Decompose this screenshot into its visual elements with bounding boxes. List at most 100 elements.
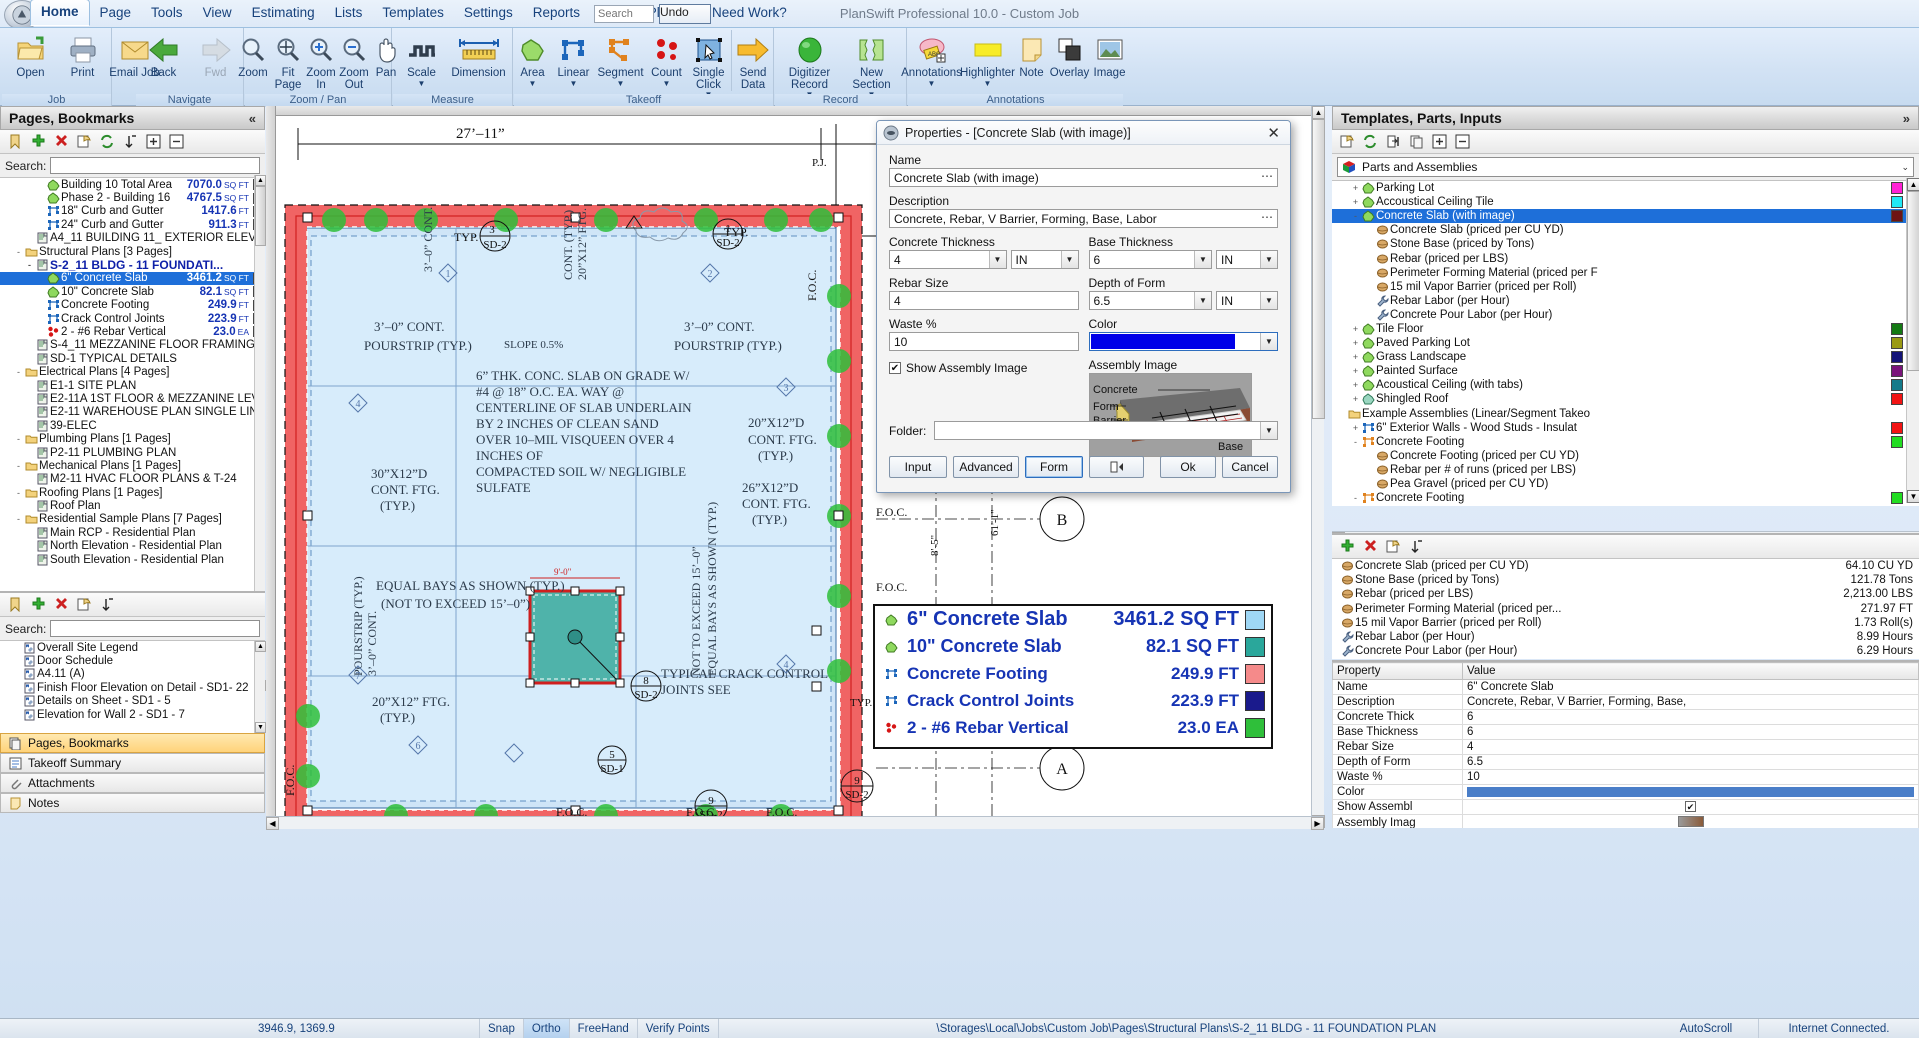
pages-tree-node[interactable]: - Mechanical Plans [1 Pages] [0, 459, 265, 472]
advanced-button[interactable]: Advanced [953, 456, 1019, 478]
rebar-size-field[interactable]: 4 [889, 291, 1079, 310]
overlay-button[interactable]: Overlay [1049, 30, 1091, 80]
scroll-thumb[interactable] [255, 186, 266, 246]
pages-tree-node[interactable]: A4_11 BUILDING 11_ EXTERIOR ELEVATIONS [0, 232, 265, 245]
tree-expander-icon[interactable]: - [13, 488, 24, 498]
image-button[interactable]: Image [1091, 30, 1129, 80]
pages-tree-node[interactable]: - Residential Sample Plans [7 Pages] [0, 513, 265, 526]
parts-tree-node[interactable]: Perimeter Forming Material (priced per F [1332, 266, 1919, 280]
status-toggle-snap[interactable]: Snap [480, 1018, 524, 1038]
tree-expander-icon[interactable]: + [1350, 423, 1361, 433]
item-row[interactable]: 15 mil Vapor Barrier (priced per Roll) 1.… [1332, 616, 1919, 630]
chevron-down-icon[interactable]: ▼ [1194, 292, 1211, 309]
depth-of-form-unit-field[interactable]: IN ▼ [1216, 291, 1278, 310]
tab-pages-bookmarks[interactable]: Pages, Bookmarks [0, 733, 265, 753]
annotations-caret-icon[interactable]: ▼ [928, 79, 936, 87]
scroll-thumb-vertical[interactable] [1312, 119, 1325, 419]
status-toggle-freehand[interactable]: FreeHand [570, 1018, 638, 1038]
parts-tree[interactable]: + Parking Lot + Accoustical Ceiling Tile - Co… [1332, 181, 1919, 506]
concrete-thickness-field[interactable]: 4 ▼ [889, 250, 1007, 269]
pages-tree-node[interactable]: E2-11 WAREHOUSE PLAN SINGLE LINE DIAGR..… [0, 406, 265, 419]
parts-tree-node[interactable]: +6" Exterior Walls - Wood Studs - Insula… [1332, 421, 1919, 435]
properties-grid-row[interactable]: Waste % 10 [1332, 769, 1919, 785]
tab-notes[interactable]: Notes [0, 793, 265, 813]
tree-node-color-swatch[interactable] [1891, 365, 1903, 378]
linear-button[interactable]: Linear ▼ [553, 30, 595, 87]
item-row[interactable]: Rebar (priced per LBS) 2,213.00 LBS [1332, 587, 1919, 601]
parts-tree-node[interactable]: Concrete Slab (priced per CU YD) [1332, 223, 1919, 237]
properties-grid-value[interactable]: 4 [1462, 739, 1919, 755]
pages-tree-node[interactable]: Crack Control Joints 223.9 FT [0, 312, 265, 325]
tree-expander-icon[interactable]: + [1350, 183, 1361, 193]
digitizer-record-button[interactable]: Digitizer Record ▼ [779, 30, 841, 99]
menu-item-estimating[interactable]: Estimating [242, 1, 325, 26]
scroll-down-icon[interactable]: ▼ [1907, 490, 1919, 503]
description-field[interactable]: Concrete, Rebar, V Barrier, Forming, Bas… [889, 209, 1278, 228]
linear-caret-icon[interactable]: ▼ [570, 79, 578, 87]
pages-tree-node[interactable]: SD-1 TYPICAL DETAILS [0, 352, 265, 365]
menu-item-page[interactable]: Page [90, 1, 142, 26]
menu-item-lists[interactable]: Lists [325, 1, 373, 26]
bookmark-icon[interactable] [5, 596, 25, 614]
concrete-thickness-unit-field[interactable]: IN ▼ [1010, 250, 1079, 269]
properties-grid-value[interactable]: 6" Concrete Slab [1462, 679, 1919, 695]
send-data-button[interactable]: Send Data [730, 30, 775, 91]
base-thickness-field[interactable]: 6 ▼ [1088, 250, 1212, 269]
input-button[interactable]: Input [889, 456, 947, 478]
status-autoscroll[interactable]: AutoScroll [1654, 1018, 1759, 1038]
parts-tree-scrollbar[interactable]: ▲ ▼ [1906, 178, 1919, 503]
refresh-icon[interactable] [1360, 133, 1380, 151]
zoom-in-button[interactable]: Zoom In [305, 30, 337, 91]
parts-tree-node[interactable]: - Concrete Slab (with image) [1332, 209, 1919, 224]
tree-expander-icon[interactable]: - [1350, 437, 1361, 447]
pages-tree-node[interactable]: - Roofing Plans [1 Pages] [0, 486, 265, 499]
tree-node-color-swatch[interactable] [1891, 182, 1903, 195]
parts-tree-node[interactable]: Pea Gravel (priced per CU YD) [1332, 477, 1919, 491]
properties-grid-value[interactable]: ✔ [1462, 799, 1919, 815]
tree-node-color-swatch[interactable] [1891, 435, 1903, 448]
tab-attachments[interactable]: Attachments [0, 773, 265, 793]
status-toggle-verify-points[interactable]: Verify Points [638, 1018, 719, 1038]
pages-tree-node[interactable]: 6" Concrete Slab 3461.2 SQ FT [0, 271, 265, 286]
parts-tree-node[interactable]: Rebar per # of runs (priced per LBS) [1332, 463, 1919, 477]
show-assembly-image-checkbox[interactable]: ✔ [889, 362, 901, 374]
properties-dialog[interactable]: Properties - [Concrete Slab (with image)… [876, 120, 1291, 493]
tree-expander-icon[interactable]: + [1350, 352, 1361, 362]
name-browse-icon[interactable]: ⋯ [1261, 169, 1274, 183]
scroll-up-icon[interactable]: ▲ [1907, 178, 1919, 191]
collapse-panel-chevron-icon[interactable]: « [249, 111, 256, 126]
properties-icon[interactable] [74, 133, 94, 151]
bookmark-list-item[interactable]: Finish Floor Elevation on Detail - SD1- … [0, 681, 265, 694]
tree-expander-icon[interactable]: - [1350, 211, 1361, 221]
pages-search-input[interactable] [50, 157, 260, 174]
pages-tree-node[interactable]: Roof Plan [0, 499, 265, 512]
properties-grid-value[interactable]: 10 [1462, 769, 1919, 785]
folder-field[interactable]: ▼ [934, 421, 1278, 440]
bookmarks-search-input[interactable] [50, 620, 260, 637]
grid-checkbox[interactable]: ✔ [1685, 801, 1696, 812]
scroll-left-icon[interactable]: ◀ [266, 817, 279, 830]
tree-expander-icon[interactable]: - [13, 514, 24, 524]
note-button[interactable]: Note [1015, 30, 1049, 80]
item-row[interactable]: Rebar Labor (per Hour) 8.99 Hours [1332, 630, 1919, 644]
pages-tree-node[interactable]: Building 10 Total Area 7070.0 SQ FT [0, 178, 265, 191]
chevron-down-icon[interactable]: ⌄ [1901, 162, 1909, 173]
tree-expander-icon[interactable]: - [13, 247, 24, 257]
tree-expander-icon[interactable]: + [1350, 338, 1361, 348]
menu-item-templates[interactable]: Templates [372, 1, 454, 26]
more-options-button[interactable] [1089, 456, 1144, 478]
grid-image-thumbnail[interactable] [1677, 816, 1704, 827]
parts-tree-node[interactable]: + Paved Parking Lot [1332, 336, 1919, 350]
tree-expander-icon[interactable]: - [24, 260, 35, 270]
items-list[interactable]: Concrete Slab (priced per CU YD) 64.10 CU… [1332, 559, 1919, 659]
sort-icon[interactable] [120, 133, 140, 151]
pages-tree-node[interactable]: Concrete Footing 249.9 FT [0, 299, 265, 312]
tree-node-color-swatch[interactable] [1891, 492, 1903, 505]
properties-grid-row[interactable]: Depth of Form 6.5 [1332, 754, 1919, 770]
cancel-button[interactable]: Cancel [1222, 456, 1278, 478]
pages-tree-node[interactable]: - Plumbing Plans [1 Pages] [0, 432, 265, 445]
forward-button[interactable]: Fwd [190, 30, 242, 80]
bookmarks-scrollbar[interactable]: ▲ ▼ [254, 641, 266, 733]
pages-tree-node[interactable]: 18" Curb and Gutter 1417.6 FT [0, 205, 265, 218]
menu-item-view[interactable]: View [193, 1, 242, 26]
